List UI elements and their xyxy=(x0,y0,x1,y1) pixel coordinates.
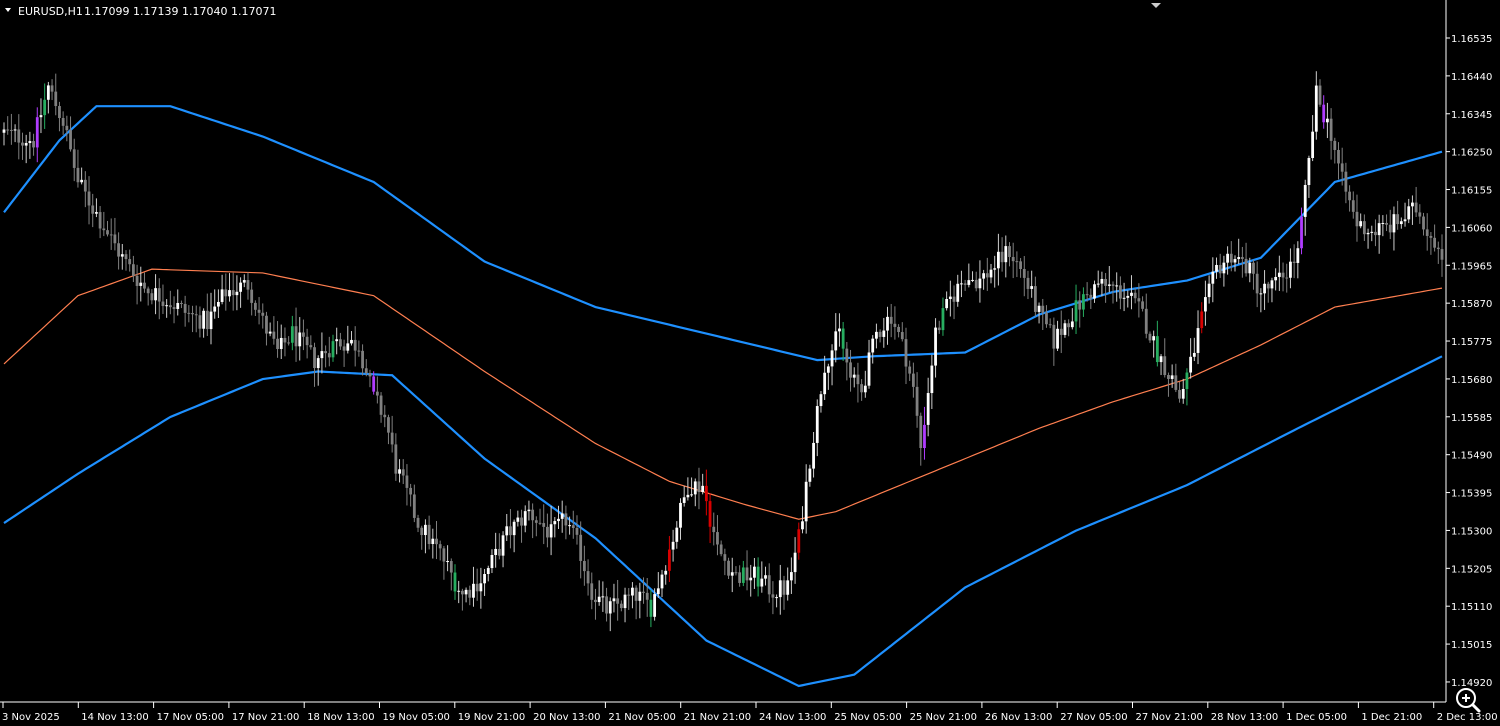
x-tick-label: 27 Nov 05:00 xyxy=(1060,712,1127,723)
y-tick-label: 1.16535 xyxy=(1451,34,1492,45)
x-tick-label: 25 Nov 21:00 xyxy=(910,712,977,723)
y-tick-label: 1.14920 xyxy=(1451,678,1492,689)
y-tick-label: 1.15205 xyxy=(1451,564,1492,575)
y-tick-label: 1.16440 xyxy=(1451,72,1492,83)
y-tick-label: 1.15110 xyxy=(1451,602,1492,613)
price-chart[interactable]: 1.16535 1.16440 1.16345 1.16250 1.16155 1.160… xyxy=(0,0,1500,726)
y-tick-label: 1.15015 xyxy=(1451,640,1492,651)
x-tick-label: 17 Nov 05:00 xyxy=(157,712,224,723)
x-tick-label: 2 Dec 13:00 xyxy=(1437,712,1498,723)
x-tick-label: 21 Nov 21:00 xyxy=(684,712,751,723)
y-tick-label: 1.16345 xyxy=(1451,110,1492,121)
x-tick-label: 19 Nov 21:00 xyxy=(458,712,525,723)
y-tick-label: 1.15490 xyxy=(1451,451,1492,462)
x-tick-label: 18 Nov 13:00 xyxy=(307,712,374,723)
x-tick-label: 19 Nov 05:00 xyxy=(383,712,450,723)
x-tick-label: 17 Nov 21:00 xyxy=(232,712,299,723)
x-tick-label: 26 Nov 13:00 xyxy=(985,712,1052,723)
y-tick-label: 1.15775 xyxy=(1451,337,1492,348)
x-tick-label: 3 Nov 2025 xyxy=(2,712,60,723)
y-tick-label: 1.16155 xyxy=(1451,186,1492,197)
x-tick-label: 28 Nov 13:00 xyxy=(1211,712,1278,723)
y-tick-label: 1.15300 xyxy=(1451,526,1492,537)
x-tick-label: 27 Nov 21:00 xyxy=(1136,712,1203,723)
x-tick-label: 24 Nov 13:00 xyxy=(759,712,826,723)
y-tick-label: 1.15585 xyxy=(1451,413,1492,424)
x-tick-label: 20 Nov 13:00 xyxy=(533,712,600,723)
x-tick-label: 1 Dec 05:00 xyxy=(1286,712,1347,723)
chart-background xyxy=(0,0,1500,726)
y-tick-label: 1.15870 xyxy=(1451,299,1492,310)
x-tick-label: 14 Nov 13:00 xyxy=(81,712,148,723)
x-tick-label: 21 Nov 05:00 xyxy=(608,712,675,723)
y-tick-label: 1.15965 xyxy=(1451,261,1492,272)
y-tick-label: 1.16060 xyxy=(1451,223,1492,234)
y-tick-label: 1.15680 xyxy=(1451,375,1492,386)
y-tick-label: 1.15395 xyxy=(1451,489,1492,500)
ohlc-label: 1.17099 1.17139 1.17040 1.17071 xyxy=(84,5,276,18)
y-tick-label: 1.16250 xyxy=(1451,148,1492,159)
symbol-label: EURUSD,H1 xyxy=(18,5,83,18)
x-tick-label: 25 Nov 05:00 xyxy=(834,712,901,723)
x-tick-label: 1 Dec 21:00 xyxy=(1361,712,1422,723)
